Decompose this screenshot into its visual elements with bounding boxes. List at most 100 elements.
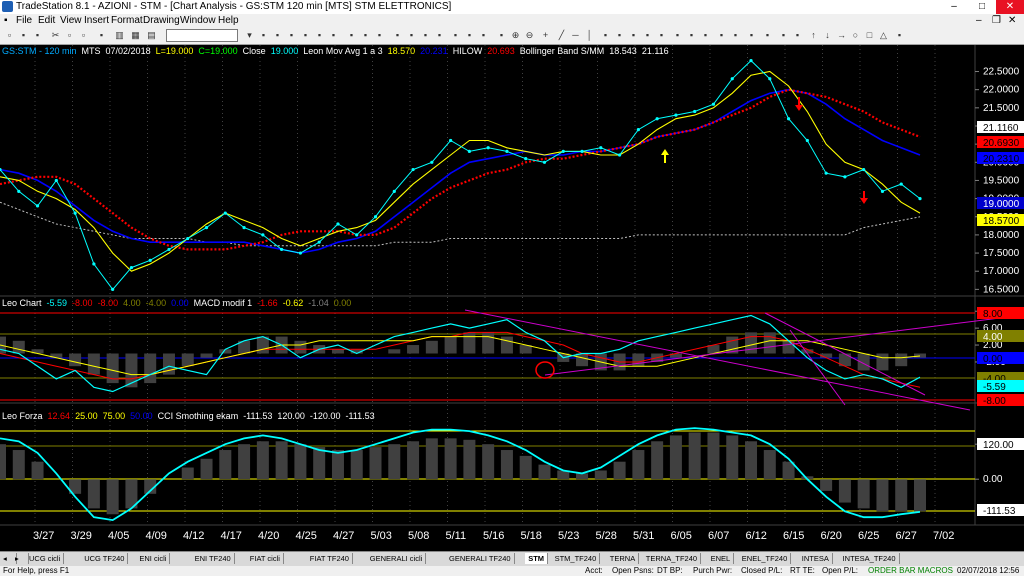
toolbar-tool-8-icon[interactable]: ▪ bbox=[346, 30, 357, 41]
toolbar-tool-3-icon[interactable]: ▪ bbox=[272, 30, 283, 41]
series-point bbox=[148, 258, 152, 262]
toolbar-tool-22-icon[interactable]: ▪ bbox=[642, 30, 653, 41]
toolbar-tool-31-icon[interactable]: ▪ bbox=[778, 30, 789, 41]
x-tick-label: 4/27 bbox=[333, 530, 354, 542]
arrow-right-icon[interactable]: → bbox=[836, 30, 847, 41]
toolbar-tool-4-icon[interactable]: ▪ bbox=[286, 30, 297, 41]
print-icon[interactable]: ▪ bbox=[96, 30, 107, 41]
toolbar-tool-21-icon[interactable]: ▪ bbox=[628, 30, 639, 41]
radar-icon[interactable]: ▤ bbox=[146, 30, 157, 41]
toolbar-tool-18-icon[interactable]: ▪ bbox=[496, 30, 507, 41]
maximize-button[interactable]: □ bbox=[968, 0, 996, 14]
rectangle-icon[interactable]: □ bbox=[864, 30, 875, 41]
grid-icon[interactable]: ▦ bbox=[130, 30, 141, 41]
trendline-icon[interactable]: ╱ bbox=[556, 30, 567, 41]
chart-area[interactable]: GS:STM - 120 min MTS 07/02/2018 L=19.000 C=1… bbox=[0, 45, 1024, 550]
legend-item: -5.59 bbox=[47, 298, 68, 308]
toolbar-tool-25-icon[interactable]: ▪ bbox=[686, 30, 697, 41]
value-tag-label: -8.00 bbox=[983, 396, 1006, 407]
horizontal-line-icon[interactable]: ─ bbox=[570, 30, 581, 41]
vertical-line-icon[interactable]: │ bbox=[584, 30, 595, 41]
status-bar: For Help, press F1 Acct: Open Psns: DT B… bbox=[0, 566, 1024, 576]
menu-window[interactable]: Window bbox=[180, 15, 216, 26]
zoom-in-icon[interactable]: ⊕ bbox=[510, 30, 521, 41]
menu-insert[interactable]: Insert bbox=[84, 15, 109, 26]
toolbar-tool-26-icon[interactable]: ▪ bbox=[700, 30, 711, 41]
toolbar-tool-5-icon[interactable]: ▪ bbox=[300, 30, 311, 41]
menu-drawing[interactable]: Drawing bbox=[143, 15, 180, 26]
toolbar-tool-33-icon[interactable]: ▪ bbox=[894, 30, 905, 41]
paste-icon[interactable]: ▫ bbox=[78, 30, 89, 41]
menu-edit[interactable]: Edit bbox=[38, 15, 55, 26]
toolbar-tool-16-icon[interactable]: ▪ bbox=[464, 30, 475, 41]
toolbar-tool-7-icon[interactable]: ▪ bbox=[328, 30, 339, 41]
tab-intesa-tf240[interactable]: INTESA_TF240 bbox=[840, 553, 900, 564]
tab-enel-tf240[interactable]: ENEL_TF240 bbox=[739, 553, 792, 564]
ellipse-icon[interactable]: ○ bbox=[850, 30, 861, 41]
workspace-tabs: ◂ ▸ UCG cicli UCG TF240 ENI cicli ENI TF240… bbox=[0, 551, 1024, 566]
toolbar-tool-13-icon[interactable]: ▪ bbox=[420, 30, 431, 41]
tab-enel[interactable]: ENEL bbox=[708, 553, 735, 564]
cut-icon[interactable]: ✂ bbox=[50, 30, 61, 41]
toolbar-tool-30-icon[interactable]: ▪ bbox=[762, 30, 773, 41]
crosshair-icon[interactable]: + bbox=[540, 30, 551, 41]
toolbar-tool-28-icon[interactable]: ▪ bbox=[730, 30, 741, 41]
tab-ucg-cicli[interactable]: UCG cicli bbox=[26, 553, 65, 564]
status-order-bar[interactable]: ORDER BAR MACROS bbox=[868, 566, 953, 576]
chart-icon[interactable]: ▥ bbox=[114, 30, 125, 41]
copy-icon[interactable]: ▫ bbox=[64, 30, 75, 41]
toolbar: ▫ ▪ ▪ ✂ ▫ ▫ ▪ ▥ ▦ ▤ ▾ ▪ ▪ ▪ ▪ ▪ ▪ ▪ ▪ ▪ … bbox=[0, 27, 1024, 45]
toolbar-tool-19-icon[interactable]: ▪ bbox=[600, 30, 611, 41]
toolbar-tool-2-icon[interactable]: ▪ bbox=[258, 30, 269, 41]
child-close-button[interactable]: ✕ bbox=[1008, 15, 1016, 26]
tab-generali-tf240[interactable]: GENERALI TF240 bbox=[446, 553, 515, 564]
arrow-down-icon[interactable]: ↓ bbox=[822, 30, 833, 41]
tab-generali-cicli[interactable]: GENERALI cicli bbox=[367, 553, 427, 564]
triangle-icon[interactable]: △ bbox=[878, 30, 889, 41]
toolbar-tool-32-icon[interactable]: ▪ bbox=[792, 30, 803, 41]
tab-eni-cicli[interactable]: ENI cicli bbox=[136, 553, 171, 564]
toolbar-tool-29-icon[interactable]: ▪ bbox=[746, 30, 757, 41]
tab-terna[interactable]: TERNA bbox=[607, 553, 640, 564]
child-minimize-button[interactable]: – bbox=[976, 15, 982, 26]
toolbar-tool-15-icon[interactable]: ▪ bbox=[450, 30, 461, 41]
tab-fiat-tf240[interactable]: FIAT TF240 bbox=[307, 553, 353, 564]
toolbar-tool-1-icon[interactable]: ▾ bbox=[244, 30, 255, 41]
menu-file[interactable]: File bbox=[16, 15, 32, 26]
save-icon[interactable]: ▪ bbox=[32, 30, 43, 41]
child-restore-button[interactable]: ❐ bbox=[992, 15, 1001, 26]
minimize-button[interactable]: – bbox=[940, 0, 968, 14]
toolbar-tool-12-icon[interactable]: ▪ bbox=[406, 30, 417, 41]
toolbar-tool-17-icon[interactable]: ▪ bbox=[478, 30, 489, 41]
tab-stm[interactable]: STM bbox=[525, 553, 549, 564]
x-tick-label: 6/27 bbox=[896, 530, 917, 542]
tab-ucg-tf240[interactable]: UCG TF240 bbox=[81, 553, 129, 564]
toolbar-tool-9-icon[interactable]: ▪ bbox=[360, 30, 371, 41]
zoom-out-icon[interactable]: ⊖ bbox=[524, 30, 535, 41]
open-icon[interactable]: ▪ bbox=[18, 30, 29, 41]
toolbar-tool-11-icon[interactable]: ▪ bbox=[392, 30, 403, 41]
new-icon[interactable]: ▫ bbox=[4, 30, 15, 41]
histogram-bar bbox=[463, 439, 476, 480]
tab-terna-tf240[interactable]: TERNA_TF240 bbox=[643, 553, 702, 564]
arrow-up-icon[interactable]: ↑ bbox=[808, 30, 819, 41]
toolbar-tool-27-icon[interactable]: ▪ bbox=[716, 30, 727, 41]
symbol-combo[interactable] bbox=[166, 29, 238, 42]
toolbar-tool-23-icon[interactable]: ▪ bbox=[656, 30, 667, 41]
menu-help[interactable]: Help bbox=[218, 15, 239, 26]
tab-stm-tf240[interactable]: STM_TF240 bbox=[552, 553, 601, 564]
x-tick-label: 4/17 bbox=[221, 530, 242, 542]
menu-format[interactable]: Format bbox=[111, 15, 143, 26]
tab-fiat-cicli[interactable]: FIAT cicli bbox=[247, 553, 284, 564]
tab-eni-tf240[interactable]: ENI TF240 bbox=[192, 553, 235, 564]
menu-doc-icon[interactable]: ▪ bbox=[4, 15, 8, 26]
toolbar-tool-10-icon[interactable]: ▪ bbox=[374, 30, 385, 41]
tab-intesa[interactable]: INTESA bbox=[799, 553, 833, 564]
toolbar-tool-14-icon[interactable]: ▪ bbox=[434, 30, 445, 41]
toolbar-tool-20-icon[interactable]: ▪ bbox=[614, 30, 625, 41]
legend-item: 20.693 bbox=[487, 46, 515, 56]
toolbar-tool-6-icon[interactable]: ▪ bbox=[314, 30, 325, 41]
close-button[interactable]: ✕ bbox=[996, 0, 1024, 14]
menu-view[interactable]: View bbox=[60, 15, 82, 26]
toolbar-tool-24-icon[interactable]: ▪ bbox=[672, 30, 683, 41]
